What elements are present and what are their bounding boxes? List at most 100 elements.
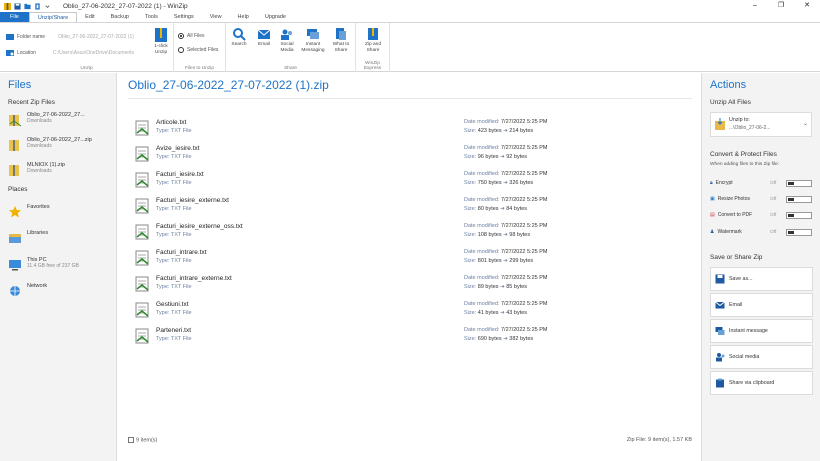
unzip-to-button[interactable]: Unzip to: ...\Oblio_27-06-2... ⌄ [710, 112, 812, 137]
places-heading: Places [8, 186, 28, 193]
winzip-logo-icon [4, 2, 11, 10]
tab-upgrade[interactable]: Upgrade [257, 12, 294, 22]
encrypt-toggle-row[interactable]: 🔒︎ Encrypt Off [710, 177, 814, 189]
instant-message-button[interactable]: Instant message [710, 319, 813, 343]
text-file-icon [135, 120, 149, 136]
social-media-icon [716, 353, 725, 362]
convert-pdf-toggle[interactable] [786, 212, 812, 219]
menu-tabs: File Unzip/Share Edit Backup Tools Setti… [0, 12, 820, 22]
recent-zip-item[interactable]: Oblio_27-06-2022_27... Downloads [8, 112, 116, 134]
new-icon[interactable] [34, 2, 41, 10]
folder-name-field[interactable]: Oblio_27-06-2022_27-07-2022 (1) [58, 34, 134, 40]
watermark-toggle[interactable] [786, 229, 812, 236]
location-field[interactable]: C:\Users\Asus\OneDrive\Documents [53, 50, 134, 56]
unzip-to-icon [715, 118, 725, 130]
libraries-icon [9, 234, 21, 243]
tab-view[interactable]: View [202, 12, 230, 22]
recent-zip-item[interactable]: Oblio_27-06-2022_27...zip Downloads [8, 137, 116, 159]
tab-edit[interactable]: Edit [77, 12, 102, 22]
resize-photo-icon: ▣ [710, 196, 715, 202]
zip-file-icon [9, 140, 19, 151]
chat-icon [715, 327, 725, 335]
selected-files-radio[interactable]: Selected Files [178, 47, 218, 53]
chevron-down-icon[interactable]: ⌄ [803, 120, 808, 127]
tab-file[interactable]: File [0, 12, 29, 22]
tab-tools[interactable]: Tools [137, 12, 166, 22]
actions-panel: Actions Unzip All Files Unzip to: ...\Ob… [701, 73, 820, 461]
email-icon [257, 29, 271, 39]
open-icon[interactable] [24, 3, 31, 10]
folder-name-label: Folder name [17, 33, 46, 40]
window-title: Oblio_27-06-2022_27-07-2022 (1) - WinZip [63, 2, 188, 10]
zip-contents-pane: Oblio_27-06-2022_27-07-2022 (1).zip Arti… [118, 73, 700, 461]
place-libraries[interactable]: Libraries [8, 230, 116, 252]
file-row[interactable]: Facturi_iesire_externe_oss.txt Type: TXT… [135, 221, 575, 245]
location-label: Location [17, 49, 36, 56]
location-icon [6, 50, 14, 56]
one-click-unzip-button[interactable]: 1-click Unzip [150, 27, 172, 55]
place-this-pc[interactable]: This PC 11.4 GB free of 237 GB [8, 257, 116, 279]
file-row[interactable]: Gestiuni.txt Type: TXT File Date modifie… [135, 299, 575, 323]
file-row[interactable]: Articole.txt Type: TXT File Date modifie… [135, 117, 575, 141]
watermark-toggle-row[interactable]: ♟ Watermark Off [710, 226, 814, 238]
tab-settings[interactable]: Settings [166, 12, 202, 22]
zip-file-title: Oblio_27-06-2022_27-07-2022 (1).zip [128, 78, 329, 92]
maximize-button[interactable]: ❐ [768, 0, 794, 12]
actions-title: Actions [710, 79, 747, 91]
place-network[interactable]: Network [8, 283, 116, 305]
group-label-share: Share [284, 66, 297, 71]
text-file-icon [135, 146, 149, 162]
resize-photos-toggle-row[interactable]: ▣ Resize Photos Off [710, 193, 814, 205]
unzip-icon [155, 28, 167, 42]
save-icon[interactable] [14, 2, 21, 10]
minimize-button[interactable]: – [742, 0, 768, 12]
recent-zip-item[interactable]: MLNIOX (1).zip Downloads [8, 162, 116, 184]
place-favorites[interactable]: Favorites [8, 204, 116, 226]
share-icon [336, 28, 346, 40]
encrypt-toggle[interactable] [786, 180, 812, 187]
tab-backup[interactable]: Backup [103, 12, 137, 22]
radio-empty-icon [178, 47, 184, 53]
select-all-checkbox[interactable] [128, 437, 134, 443]
social-media-button[interactable]: Social Media [276, 27, 298, 53]
convert-note: When adding files to this Zip file: [710, 162, 780, 167]
text-file-icon [135, 172, 149, 188]
text-file-icon [135, 250, 149, 266]
folder-name-row: Folder name Oblio_27-06-2022_27-07-2022 … [6, 33, 134, 40]
file-row[interactable]: Facturi_intrare_externe.txt Type: TXT Fi… [135, 273, 575, 297]
chat-icon [307, 29, 319, 39]
folder-icon [6, 34, 14, 40]
ribbon-group-unzip: Folder name Oblio_27-06-2022_27-07-2022 … [0, 23, 174, 72]
location-row: Location C:\Users\Asus\OneDrive\Document… [6, 49, 134, 56]
save-as-button[interactable]: Save as... [710, 267, 813, 291]
tab-unzip-share[interactable]: Unzip/Share [28, 12, 78, 22]
search-button[interactable]: Search [229, 27, 249, 48]
email-share-button[interactable]: Email [710, 293, 813, 317]
instant-messaging-button[interactable]: Instant Messaging [300, 27, 326, 53]
item-count: 9 item(s) [136, 437, 158, 444]
file-row[interactable]: Facturi_intrare.txt Type: TXT File Date … [135, 247, 575, 271]
tab-help[interactable]: Help [230, 12, 257, 22]
star-icon [9, 206, 21, 218]
resize-photos-toggle[interactable] [786, 196, 812, 203]
email-button[interactable]: Email [254, 27, 274, 48]
ribbon-group-share: Search Email Social Media Instant Messag… [226, 23, 356, 72]
file-row[interactable]: Facturi_iesire_externe.txt Type: TXT Fil… [135, 195, 575, 219]
zip-and-share-button[interactable]: Zip and Share [360, 27, 386, 53]
customize-dropdown-icon[interactable] [44, 3, 51, 10]
group-label-winzip-express: WinZip Express [363, 61, 382, 71]
file-row[interactable]: Parteneri.txt Type: TXT File Date modifi… [135, 325, 575, 349]
close-button[interactable]: ✕ [794, 0, 820, 12]
what-to-share-button[interactable]: What to Share [328, 27, 354, 53]
all-files-radio[interactable]: All Files [178, 33, 205, 39]
file-row[interactable]: Avize_iesire.txt Type: TXT File Date mod… [135, 143, 575, 167]
email-icon [715, 301, 725, 309]
zip-file-icon [9, 115, 22, 127]
file-row[interactable]: Facturi_iesire.txt Type: TXT File Date m… [135, 169, 575, 193]
social-media-button[interactable]: Social media [710, 345, 813, 369]
pdf-icon: ▤ [710, 212, 715, 218]
share-clipboard-button[interactable]: Share via clipboard [710, 371, 813, 395]
convert-pdf-toggle-row[interactable]: ▤ Convert to PDF Off [710, 209, 814, 221]
text-file-icon [135, 224, 149, 240]
zip-summary: Zip File: 9 item(s), 1.57 KB [626, 437, 692, 443]
